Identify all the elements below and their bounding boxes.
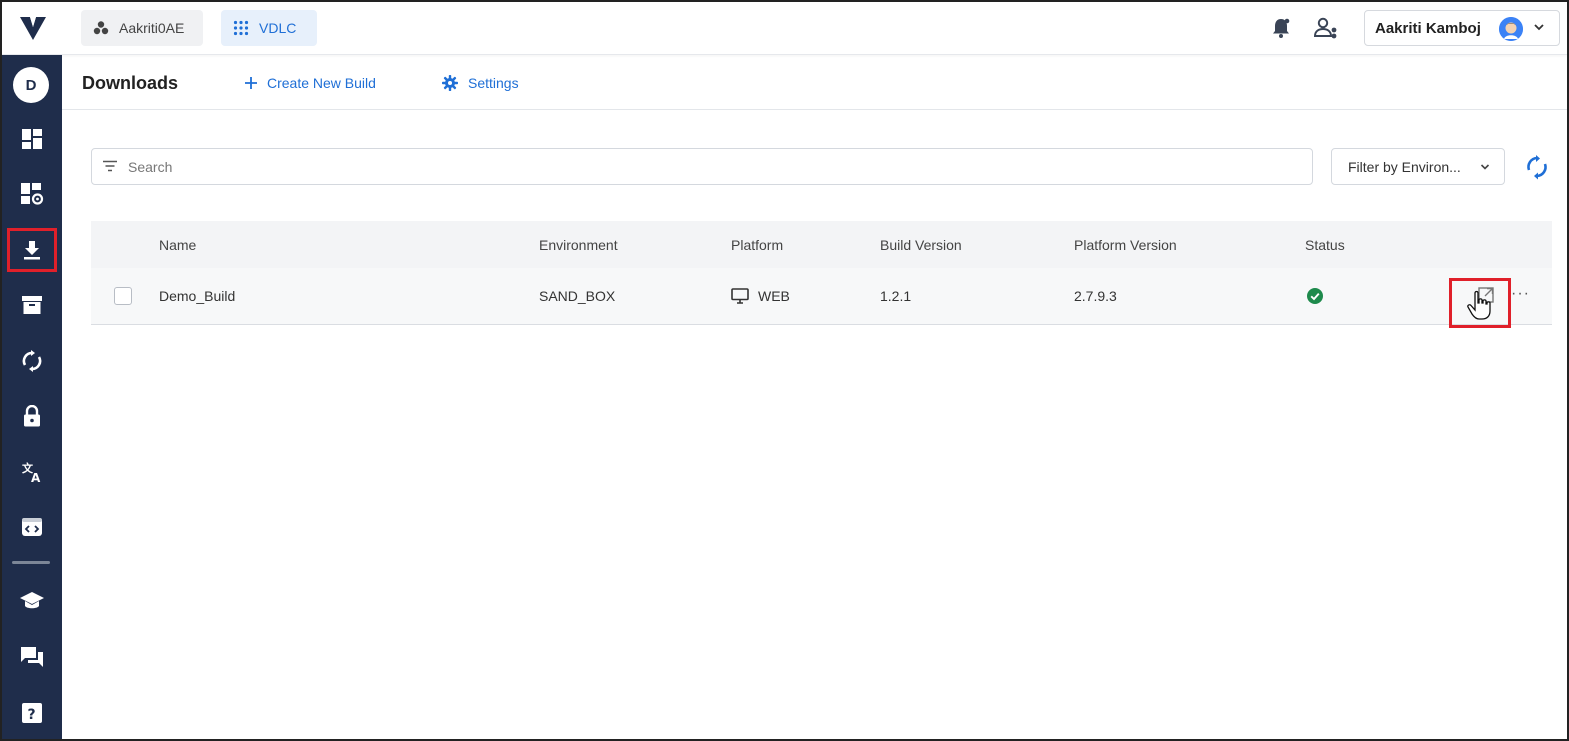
sidebar-item-help[interactable]: ? [8, 691, 56, 735]
row-platform: WEB [731, 288, 790, 304]
sidebar-item-learning[interactable] [8, 579, 56, 623]
download-icon [24, 241, 40, 260]
header-platform[interactable]: Platform [731, 237, 783, 253]
top-bar: Aakriti0AE VDLC Aakriti Kamboj [2, 2, 1567, 55]
sidebar-item-downloads[interactable] [7, 228, 57, 272]
app-logo[interactable] [18, 13, 48, 43]
table-header: Name Environment Platform Build Version … [91, 221, 1552, 268]
table-row[interactable]: Demo_Build SAND_BOX WEB 1.2.1 2.7.9.3 ··… [91, 268, 1552, 328]
notifications-bell-icon[interactable] [1267, 14, 1295, 42]
row-build-version: 1.2.1 [880, 288, 912, 304]
sidebar-item-archive[interactable] [8, 283, 56, 327]
row-platform-label: WEB [758, 288, 790, 304]
create-new-build-button[interactable]: Create New Build [245, 75, 376, 91]
row-checkbox[interactable] [114, 287, 132, 305]
sidebar-item-sync[interactable] [8, 339, 56, 383]
row-name: Demo_Build [159, 288, 236, 304]
dashboard-icon [22, 129, 42, 149]
row-platform-version: 2.7.9.3 [1074, 288, 1117, 304]
archive-icon [22, 296, 42, 314]
translate-icon: 文 A [22, 461, 41, 483]
help-icon: ? [22, 703, 42, 723]
group-icon [93, 21, 109, 35]
page-header: Downloads Create New Build Settings [62, 56, 1567, 110]
settings-button[interactable]: Settings [442, 75, 519, 91]
settings-label: Settings [468, 75, 519, 91]
row-environment: SAND_BOX [539, 288, 616, 304]
svg-text:A: A [31, 471, 41, 483]
header-status[interactable]: Status [1305, 237, 1345, 253]
sidebar-item-dashboard[interactable] [8, 117, 56, 161]
sidebar-avatar[interactable]: D [13, 67, 49, 103]
plus-icon [245, 77, 257, 89]
app-button[interactable]: VDLC [221, 10, 317, 46]
sidebar-item-dashboard-settings[interactable] [8, 172, 56, 216]
environment-filter-label: Filter by Environ... [1348, 158, 1461, 175]
header-build-version[interactable]: Build Version [880, 237, 962, 253]
monitor-icon [731, 288, 749, 304]
search-box [91, 148, 1313, 185]
refresh-icon[interactable] [1524, 154, 1550, 180]
chevron-down-icon [1480, 164, 1490, 170]
header-environment[interactable]: Environment [539, 237, 618, 253]
user-name: Aakriti Kamboj [1375, 19, 1481, 37]
filter-lines-icon [103, 160, 117, 172]
search-input[interactable] [128, 157, 1298, 177]
sidebar-divider [12, 561, 50, 564]
svg-text:?: ? [28, 707, 36, 723]
graduation-cap-icon [20, 592, 44, 609]
page-title: Downloads [82, 73, 179, 93]
sidebar-item-code[interactable] [8, 505, 56, 549]
app-label: VDLC [259, 20, 297, 36]
avatar [1499, 17, 1523, 41]
app-window: Aakriti0AE VDLC Aakriti Kamboj D 文 A ? D… [0, 0, 1569, 741]
apps-grid-icon [233, 20, 249, 36]
sidebar-item-messages[interactable] [8, 635, 56, 679]
dashboard-settings-icon [21, 183, 44, 205]
workspace-label: Aakriti0AE [119, 20, 185, 36]
user-menu-button[interactable]: Aakriti Kamboj [1364, 10, 1560, 46]
sidebar-item-translations[interactable]: 文 A [8, 450, 56, 494]
header-name[interactable]: Name [159, 237, 196, 253]
create-new-build-label: Create New Build [267, 75, 376, 91]
lock-icon [24, 405, 40, 427]
sidebar-item-security[interactable] [8, 394, 56, 438]
sync-icon [22, 350, 42, 372]
builds-table: Name Environment Platform Build Version … [91, 221, 1552, 328]
environment-filter-select[interactable]: Filter by Environ... [1331, 148, 1505, 185]
sidebar: D 文 A ? [2, 55, 62, 739]
user-management-icon[interactable] [1312, 14, 1340, 42]
header-platform-version[interactable]: Platform Version [1074, 237, 1177, 253]
workspace-button[interactable]: Aakriti0AE [81, 10, 203, 46]
code-window-icon [22, 518, 42, 536]
chevron-down-icon [1534, 24, 1544, 31]
hand-cursor-icon [1467, 290, 1491, 320]
chat-icon [21, 647, 43, 667]
success-check-icon [1307, 288, 1323, 304]
gear-icon [442, 75, 458, 91]
row-more-button[interactable]: ··· [1511, 285, 1530, 303]
